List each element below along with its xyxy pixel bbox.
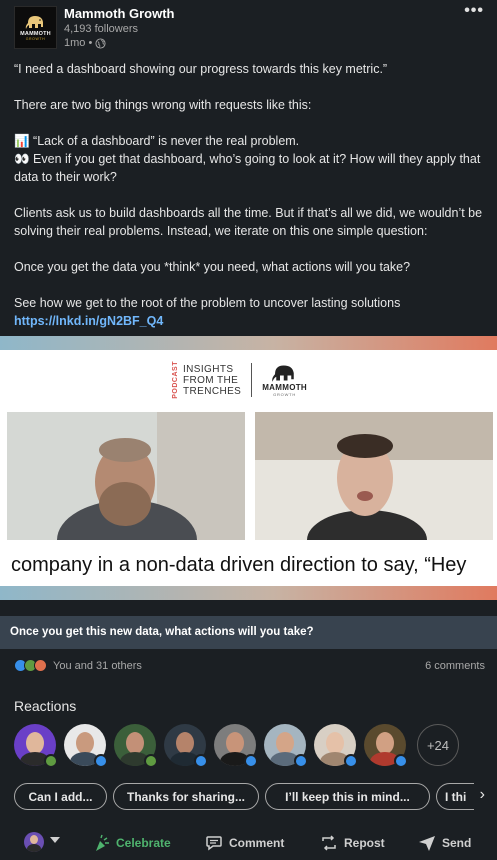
like-badge-icon xyxy=(294,754,308,768)
logo-divider xyxy=(251,363,253,397)
repost-button[interactable]: Repost xyxy=(320,834,385,852)
podcast-logo: PODCAST INSIGHTS FROM THE TRENCHES MAMMO… xyxy=(172,360,307,400)
like-badge-icon xyxy=(94,754,108,768)
comment-button[interactable]: Comment xyxy=(205,834,284,852)
chevron-down-icon[interactable] xyxy=(50,837,60,843)
like-badge-icon xyxy=(344,754,358,768)
celebrate-badge-icon xyxy=(144,754,158,768)
suggestion-chip[interactable]: Thanks for sharing... xyxy=(113,783,259,810)
globe-icon xyxy=(95,37,106,49)
post-header: MAMMOTH GROWTH Mammoth Growth 4,193 foll… xyxy=(14,2,484,52)
brand-logo: MAMMOTH GROWTH xyxy=(262,363,307,397)
speaker-video-left xyxy=(7,412,245,540)
current-user-avatar[interactable] xyxy=(24,832,44,852)
logo-subtext: GROWTH xyxy=(25,37,46,41)
send-button[interactable]: Send xyxy=(418,834,471,852)
post-paragraph: Once you get the data you *think* you ne… xyxy=(14,260,411,274)
top-color-band xyxy=(0,336,497,350)
comment-label: Comment xyxy=(229,836,285,850)
podcast-title: INSIGHTS FROM THE TRENCHES xyxy=(183,364,241,397)
like-badge-icon xyxy=(244,754,258,768)
send-label: Send xyxy=(442,836,472,850)
love-icon xyxy=(34,659,47,672)
video-caption: company in a non-data driven direction t… xyxy=(11,554,467,576)
company-logo[interactable]: MAMMOTH GROWTH xyxy=(14,6,57,49)
post-paragraph: There are two big things wrong with requ… xyxy=(14,98,312,112)
social-counts: You and 31 others 6 comments xyxy=(14,659,485,673)
post-paragraph: “I need a dashboard showing our progress… xyxy=(14,62,388,76)
follower-count: 4,193 followers xyxy=(64,23,138,35)
comment-suggestions: Can I add... Thanks for sharing... I’ll … xyxy=(14,783,485,811)
company-name[interactable]: Mammoth Growth xyxy=(64,6,175,21)
video-title: Once you get this new data, what actions… xyxy=(10,626,314,638)
post-time-text: 1mo • xyxy=(64,37,93,49)
podcast-label: PODCAST xyxy=(172,361,179,399)
post-link[interactable]: https://lnkd.in/gN2BF_Q4 xyxy=(14,314,163,328)
bottom-color-band xyxy=(0,586,497,600)
video-title-bar[interactable]: Once you get this new data, what actions… xyxy=(0,616,497,649)
like-badge-icon xyxy=(394,754,408,768)
repost-icon xyxy=(322,835,336,851)
send-icon xyxy=(419,836,435,851)
suggestion-chip[interactable]: I’ll keep this in mind... xyxy=(265,783,430,810)
celebrate-button[interactable]: Celebrate xyxy=(92,834,171,852)
more-reactors-button[interactable]: +24 xyxy=(417,724,459,766)
elephant-icon xyxy=(271,365,294,382)
speaker-video-right xyxy=(255,412,493,540)
more-options-button[interactable]: ••• xyxy=(464,2,484,20)
reaction-icons[interactable] xyxy=(14,659,47,672)
post-paragraph: 👀 Even if you get that dashboard, who’s … xyxy=(14,152,481,184)
brand-title: MAMMOTH xyxy=(262,383,307,392)
speaker-right-image xyxy=(255,412,493,540)
repost-label: Repost xyxy=(344,836,385,850)
comment-icon xyxy=(206,836,222,851)
action-bar: Celebrate Comment Repost Send xyxy=(0,826,497,860)
celebrate-label: Celebrate xyxy=(116,836,171,850)
video-thumbnail[interactable]: PODCAST INSIGHTS FROM THE TRENCHES MAMMO… xyxy=(0,336,497,600)
reactions-heading: Reactions xyxy=(14,698,77,714)
comment-count[interactable]: 6 comments xyxy=(425,660,485,672)
podcast-title-line: TRENCHES xyxy=(183,385,242,397)
podcast-title-line: FROM THE xyxy=(183,374,239,386)
speaker-left-image xyxy=(7,412,245,540)
brand-subtitle: GROWTH xyxy=(273,392,297,397)
reaction-count[interactable]: You and 31 others xyxy=(53,660,142,672)
like-badge-icon xyxy=(194,754,208,768)
suggestion-chip[interactable]: I thi xyxy=(436,783,474,810)
post-paragraph: See how we get to the root of the proble… xyxy=(14,296,401,310)
podcast-title-line: INSIGHTS xyxy=(183,363,234,375)
celebrate-icon xyxy=(96,834,109,851)
post-body: “I need a dashboard showing our progress… xyxy=(14,60,484,330)
elephant-logo-icon xyxy=(25,16,43,29)
chevron-right-icon[interactable]: › xyxy=(480,786,485,804)
post-time: 1mo • xyxy=(64,37,106,49)
post-paragraph: Clients ask us to build dashboards all t… xyxy=(14,206,483,238)
celebrate-badge-icon xyxy=(44,754,58,768)
suggestion-chip[interactable]: Can I add... xyxy=(14,783,107,810)
post-paragraph: 📊 “Lack of a dashboard” is never the rea… xyxy=(14,134,300,148)
